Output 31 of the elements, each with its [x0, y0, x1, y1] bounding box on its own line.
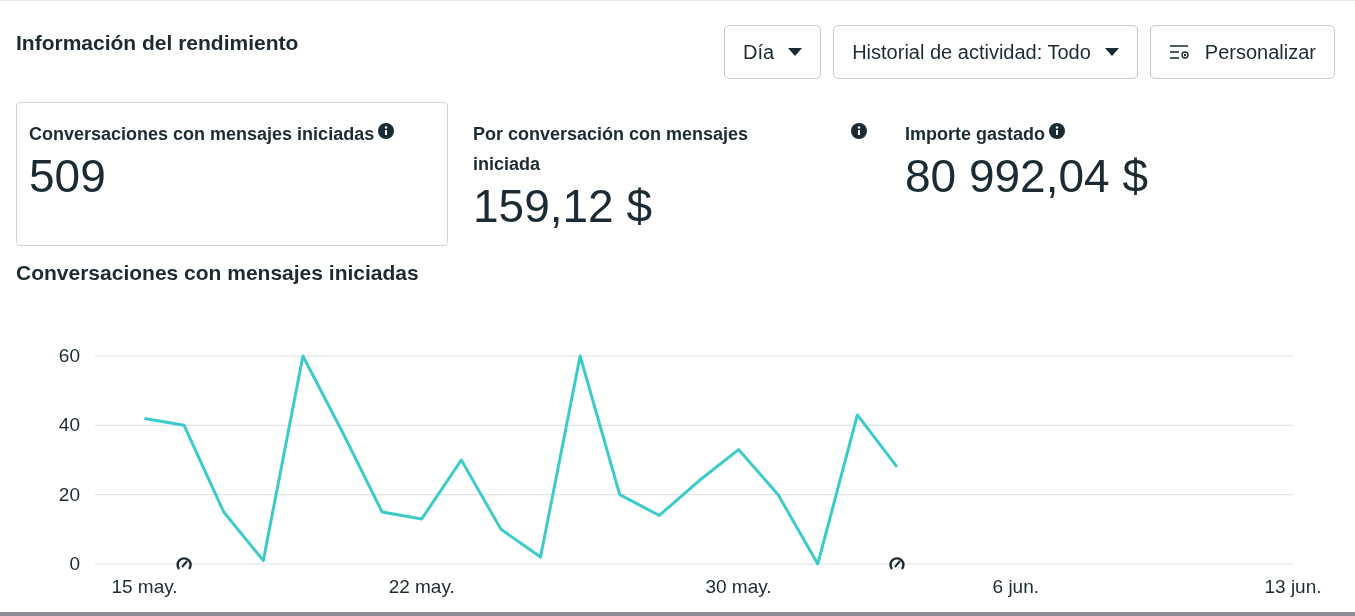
metric-value: 80 992,04 $: [905, 149, 1149, 203]
metric-card[interactable]: Por conversación con mensajes iniciada 159,12 $: [460, 102, 880, 246]
x-tick-label: 15 may.: [111, 576, 178, 597]
customize-button[interactable]: Personalizar: [1149, 25, 1335, 79]
y-tick-label: 0: [69, 553, 80, 574]
chart-title: Conversaciones con mensajes iniciadas: [16, 261, 420, 285]
x-tick-label: 22 may.: [388, 576, 455, 597]
y-tick-label: 20: [58, 483, 80, 505]
x-tick-label: 6 jun.: [992, 576, 1039, 597]
gauge-icon[interactable]: [889, 557, 905, 570]
dropdown-button[interactable]: Día: [724, 25, 822, 79]
x-tick-label: 30 may.: [705, 576, 772, 597]
metric-card[interactable]: Importe gastado 80 992,04 $: [892, 102, 1324, 246]
metric-value: 159,12 $: [473, 179, 654, 233]
gauge-icon[interactable]: [176, 557, 192, 570]
metric-value: 509: [29, 149, 107, 203]
info-icon[interactable]: [851, 123, 867, 139]
y-tick-label: 60: [58, 345, 80, 366]
metric-label: Importe gastado: [905, 123, 1046, 146]
dropdown-button[interactable]: Historial de actividad: Todo: [833, 25, 1138, 79]
y-tick-label: 40: [58, 414, 80, 436]
caret-icon: [1104, 48, 1119, 56]
info-icon[interactable]: [1049, 123, 1066, 139]
settings-icon: [1168, 44, 1191, 60]
metric-card[interactable]: Conversaciones con mensajes iniciadas 509: [16, 102, 448, 246]
section-title: Información del rendimiento: [16, 31, 299, 56]
info-icon[interactable]: [378, 123, 395, 139]
x-tick-label: 13 jun.: [1264, 576, 1322, 597]
caret-icon: [788, 48, 803, 56]
metric-label: Por conversación con mensajes iniciada: [473, 123, 750, 176]
metric-label: Conversaciones con mensajes iniciadas: [29, 123, 375, 146]
